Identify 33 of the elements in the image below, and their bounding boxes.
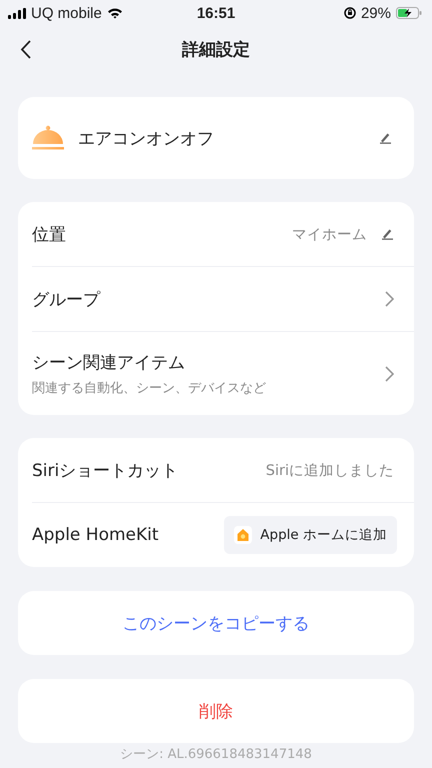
row-label: 位置 [32, 224, 67, 246]
row-label: Siriショートカット [32, 460, 180, 482]
battery-icon [396, 7, 422, 19]
row-label: グループ [32, 288, 102, 310]
scene-id: シーン: AL.696618483147148 [119, 746, 313, 763]
chevron-right-icon [385, 291, 394, 307]
pencil-icon[interactable] [379, 132, 392, 144]
scene-name: エアコンオンオフ [78, 128, 215, 150]
row-value: Siriに追加しました [266, 462, 394, 480]
settings-row[interactable]: シーン関連アイテム 関連する自動化、シーン、デバイスなど [32, 331, 414, 415]
row-label: Apple HomeKit [32, 525, 160, 545]
settings-row[interactable]: 位置 マイホーム [32, 202, 414, 266]
page-title: 詳細設定 [182, 38, 250, 60]
add-to-home-button[interactable]: Apple ホームに追加 [224, 516, 397, 554]
back-chevron-icon [20, 40, 31, 58]
wifi-icon [106, 7, 123, 19]
delete-button[interactable]: 削除 [18, 679, 414, 743]
rotation-lock-icon [344, 7, 356, 19]
battery-percent: 29% [360, 4, 391, 22]
settings-row[interactable]: Apple HomeKit Apple ホームに追加 [32, 502, 414, 567]
pencil-icon[interactable] [381, 228, 394, 240]
chevron-right-icon [385, 366, 394, 382]
row-value: マイホーム [292, 226, 367, 244]
status-time: 16:51 [196, 4, 236, 22]
home-icon [234, 526, 252, 544]
settings-row[interactable]: グループ [32, 266, 414, 331]
row-label: シーン関連アイテム [32, 352, 186, 374]
cloche-icon [32, 125, 64, 151]
row-subtitle: 関連する自動化、シーン、デバイスなど [32, 380, 267, 396]
signal-icon [8, 8, 26, 18]
copy-scene-button[interactable]: このシーンをコピーする [18, 591, 414, 655]
carrier-name: UQ mobile [31, 4, 102, 22]
settings-row[interactable]: Siriショートカット Siriに追加しました [32, 438, 414, 502]
